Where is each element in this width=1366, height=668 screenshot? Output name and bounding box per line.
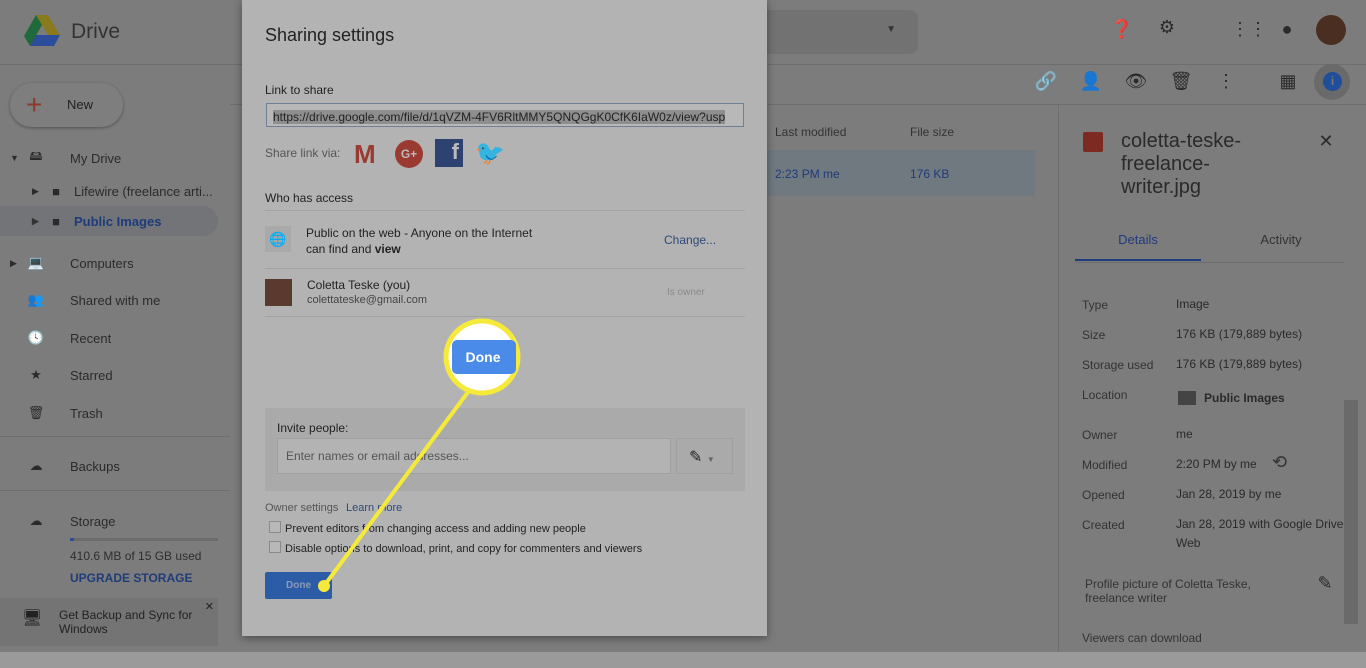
callout-line bbox=[322, 390, 470, 588]
callout-done-text: Done bbox=[466, 349, 501, 365]
callout-annotation: Done bbox=[318, 318, 521, 592]
callout-dot bbox=[318, 580, 330, 592]
